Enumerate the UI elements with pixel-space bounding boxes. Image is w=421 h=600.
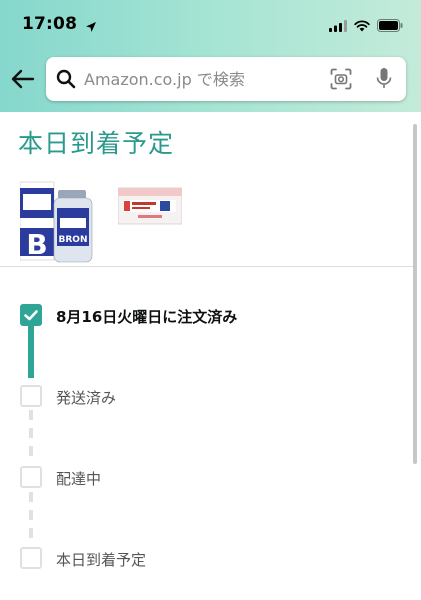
signal-icon: [329, 17, 347, 36]
progress-connector: [28, 324, 34, 378]
step-checkbox-in-transit: [20, 466, 42, 488]
product-image-bron[interactable]: B BRON: [19, 178, 102, 268]
step-checkbox-ordered: [20, 304, 42, 326]
back-arrow-icon[interactable]: [10, 66, 36, 92]
checkmark-icon: [24, 310, 38, 321]
page-title: 本日到着予定: [18, 129, 175, 158]
scrollbar[interactable]: [413, 124, 417, 464]
search-icon: [56, 69, 76, 93]
status-icons: [329, 17, 403, 36]
step-label-arriving-today: 本日到着予定: [56, 551, 147, 569]
step-checkbox-shipped: [20, 385, 42, 407]
product-image-restamin[interactable]: [117, 184, 183, 230]
step-label-shipped: 発送済み: [56, 389, 117, 407]
status-bar: 17:08: [0, 0, 421, 52]
search-bar[interactable]: [46, 57, 406, 101]
svg-text:BRON: BRON: [59, 235, 88, 245]
status-time: 17:08: [22, 14, 78, 34]
battery-icon: [377, 17, 403, 36]
pending-connector: [29, 410, 33, 462]
step-checkbox-arriving-today: [20, 547, 42, 569]
app-header: 17:08: [0, 0, 421, 112]
location-arrow-icon: [85, 18, 97, 37]
wifi-icon: [354, 17, 370, 36]
microphone-icon[interactable]: [376, 67, 392, 95]
pending-connector: [29, 492, 33, 544]
camera-scan-icon[interactable]: [330, 68, 352, 94]
step-label-in-transit: 配達中: [56, 470, 102, 488]
svg-text:B: B: [26, 228, 47, 261]
step-label-ordered: 8月16日火曜日に注文済み: [56, 308, 238, 326]
divider: [0, 266, 413, 267]
search-input[interactable]: [84, 66, 314, 92]
order-tracking-content: 本日到着予定 B BRON 8月16日火曜日に注文済み 発送済み 配達中 本日到…: [0, 112, 421, 600]
